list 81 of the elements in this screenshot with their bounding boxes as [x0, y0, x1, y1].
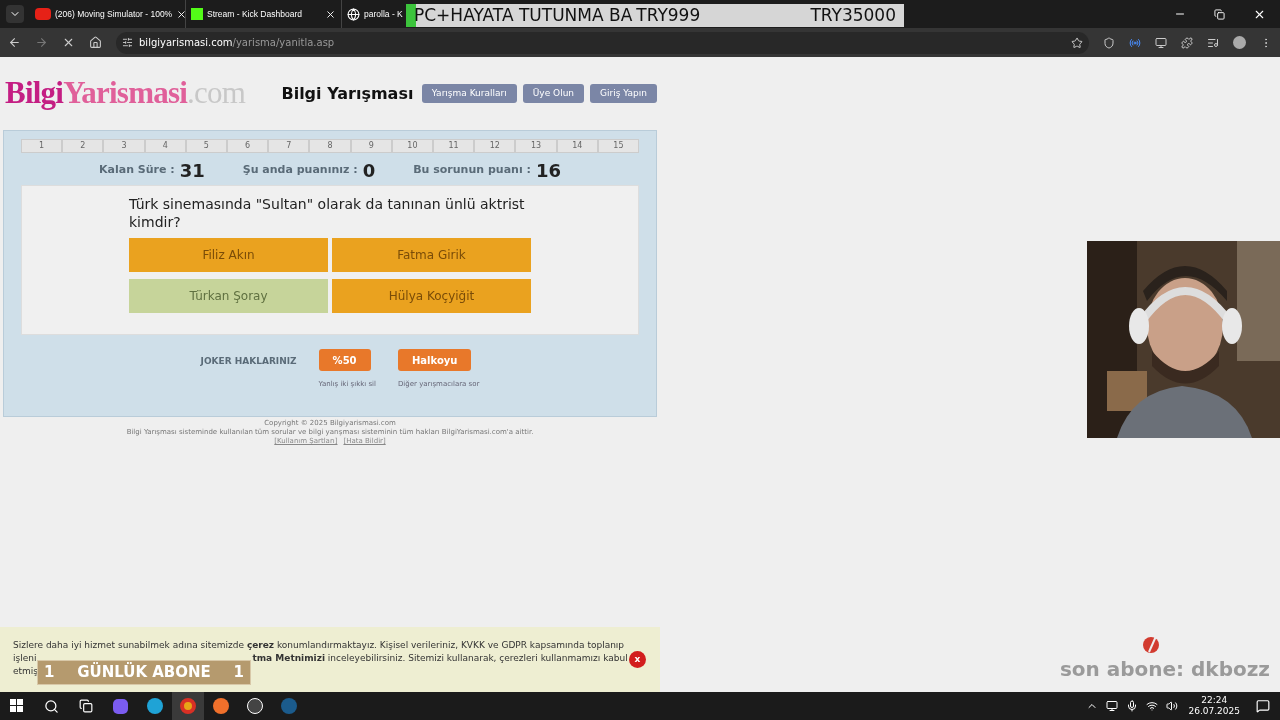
media-icon[interactable]: [1207, 36, 1219, 49]
cookie-text: tma Metnimizi inceleyebilirsiniz. Sitemizi kullanarak, çerezleri kullanmamızı kabul: [252, 652, 628, 665]
close-icon[interactable]: [176, 8, 188, 20]
question-number: 6: [227, 139, 269, 153]
answer-button[interactable]: Filiz Akın: [129, 238, 328, 272]
stop-icon[interactable]: [62, 36, 75, 49]
question-number: 7: [268, 139, 310, 153]
search-icon[interactable]: [44, 698, 59, 714]
question-number: 12: [474, 139, 516, 153]
k-logo-icon: [191, 8, 203, 20]
daily-count: 1: [233, 662, 244, 684]
screen-icon[interactable]: [1155, 36, 1167, 49]
stat-value: 0: [362, 158, 376, 183]
close-icon[interactable]: [325, 8, 336, 20]
stat-value: 31: [179, 158, 205, 183]
browser-tab[interactable]: parolla - K: [342, 0, 408, 28]
forward-icon[interactable]: [35, 36, 48, 49]
question-number: 8: [309, 139, 351, 153]
question-number: 11: [433, 139, 475, 153]
chrome-taskbar-button[interactable]: [172, 692, 204, 720]
notifications-icon[interactable]: [1256, 699, 1270, 713]
stat-label: Şu anda puanınız :: [242, 161, 358, 178]
stat-label: Kalan Süre :: [99, 161, 175, 178]
restore-icon[interactable]: [1214, 8, 1225, 20]
question-number: 14: [556, 139, 598, 153]
question-number: 1: [21, 139, 63, 153]
daily-count: 1: [44, 662, 55, 684]
question-number: 5: [185, 139, 227, 153]
question-number: 15: [597, 139, 640, 153]
url-text: bilgiyarismasi.com/yarisma/yanitla.asp: [139, 36, 335, 50]
stat-label: Bu sorunun puanı :: [413, 161, 531, 178]
bookmark-icon[interactable]: [1071, 36, 1083, 49]
site-title: Bilgi Yarışması: [281, 82, 415, 105]
stat-value: 16: [535, 158, 561, 183]
question-number: 9: [350, 139, 392, 153]
globe-icon: [347, 7, 360, 21]
goal-target: TRY35000: [810, 3, 896, 27]
question-number: 2: [62, 139, 104, 153]
microphone-icon[interactable]: [1126, 700, 1139, 712]
tab-title: Stream - Kick Dashboard: [207, 7, 303, 21]
answer-button[interactable]: Türkan Şoray: [129, 279, 328, 313]
tab-list-button[interactable]: [6, 5, 24, 23]
site-info-icon[interactable]: [122, 37, 133, 48]
question-number: 13: [515, 139, 557, 153]
windows-start-icon[interactable]: [10, 699, 24, 713]
goal-current: TRY999: [636, 3, 701, 27]
answer-button[interactable]: Fatma Girik: [332, 238, 531, 272]
back-icon[interactable]: [8, 36, 21, 49]
joker-button[interactable]: Halkoyu: [398, 349, 472, 371]
cookie-text: etmiş: [13, 666, 39, 676]
question-number: 10: [391, 139, 434, 153]
display-icon[interactable]: [1106, 700, 1119, 712]
clock-date: 26.07.2025: [1188, 706, 1240, 717]
cookie-text: işleni: [13, 652, 37, 665]
video-icon: [35, 8, 51, 20]
question-number: 4: [144, 139, 186, 153]
close-button[interactable]: x: [629, 651, 646, 668]
nav-button[interactable]: Yarışma Kuralları: [421, 84, 517, 103]
question-text: Türk sinemasında "Sultan" olarak da tanınan ünlü aktrist kimdir?: [129, 195, 526, 231]
home-icon[interactable]: [89, 36, 102, 49]
joker-label: JOKER HAKLARINIZ: [200, 355, 297, 368]
cookie-text: Sizlere daha iyi hizmet sunabilmek adına sitemizde çerez konumlandırmaktayız. Kişisel verileriniz, KVKK ve GDPR kapsamında toplanıp: [13, 639, 626, 652]
address-bar[interactable]: bilgiyarismasi.com/yarisma/yanitla.asp: [116, 31, 1089, 54]
extensions-icon[interactable]: [1181, 36, 1193, 49]
answer-button[interactable]: Hülya Koçyiğit: [332, 279, 531, 313]
task-view-icon[interactable]: [79, 699, 93, 713]
site-logo[interactable]: BilgiYarismasi.com: [5, 70, 267, 117]
profile-icon[interactable]: [1233, 36, 1246, 49]
volume-icon[interactable]: [1166, 700, 1179, 712]
shield-icon[interactable]: [1103, 36, 1115, 49]
network-icon[interactable]: [1146, 700, 1159, 712]
nav-button[interactable]: Üye Olun: [522, 84, 585, 103]
tab-title: (206) Moving Simulator - 100%: [55, 7, 173, 21]
daily-label: GÜNLÜK ABONE: [77, 661, 211, 684]
clock-time: 22:24: [1201, 695, 1228, 706]
last-subscriber-text: son abone: dkbozz: [1059, 656, 1270, 683]
broadcast-icon[interactable]: [1129, 36, 1141, 49]
tab-title: parolla - K: [364, 7, 403, 21]
question-number: 3: [103, 139, 145, 153]
nav-button[interactable]: Giriş Yapın: [590, 84, 657, 103]
joker-button[interactable]: %50: [318, 349, 371, 371]
